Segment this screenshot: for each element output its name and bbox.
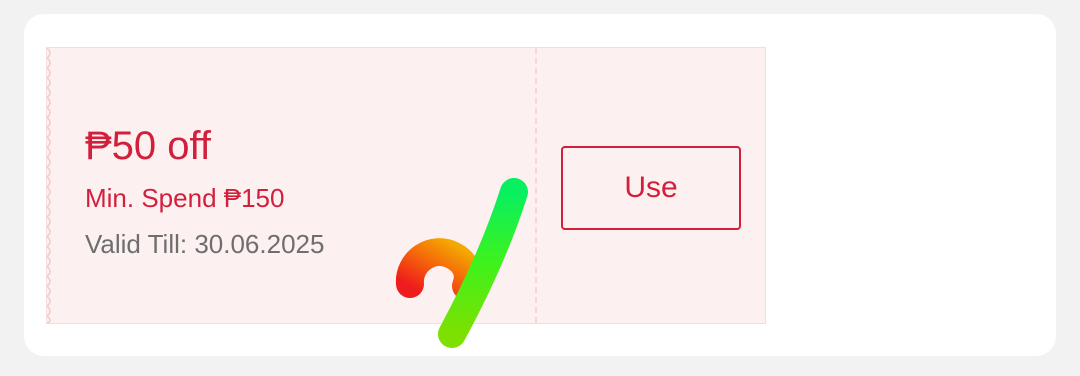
voucher-ticket: ₱50 off Min. Spend ₱150 Valid Till: 30.0… [46, 47, 766, 324]
ticket-scallop-edge [47, 48, 51, 323]
ticket-divider [535, 48, 537, 323]
use-voucher-button[interactable]: Use [561, 146, 741, 230]
discount-amount: ₱50 off [85, 124, 212, 168]
min-spend-text: Min. Spend ₱150 [85, 183, 285, 213]
valid-till-text: Valid Till: 30.06.2025 [85, 229, 325, 259]
